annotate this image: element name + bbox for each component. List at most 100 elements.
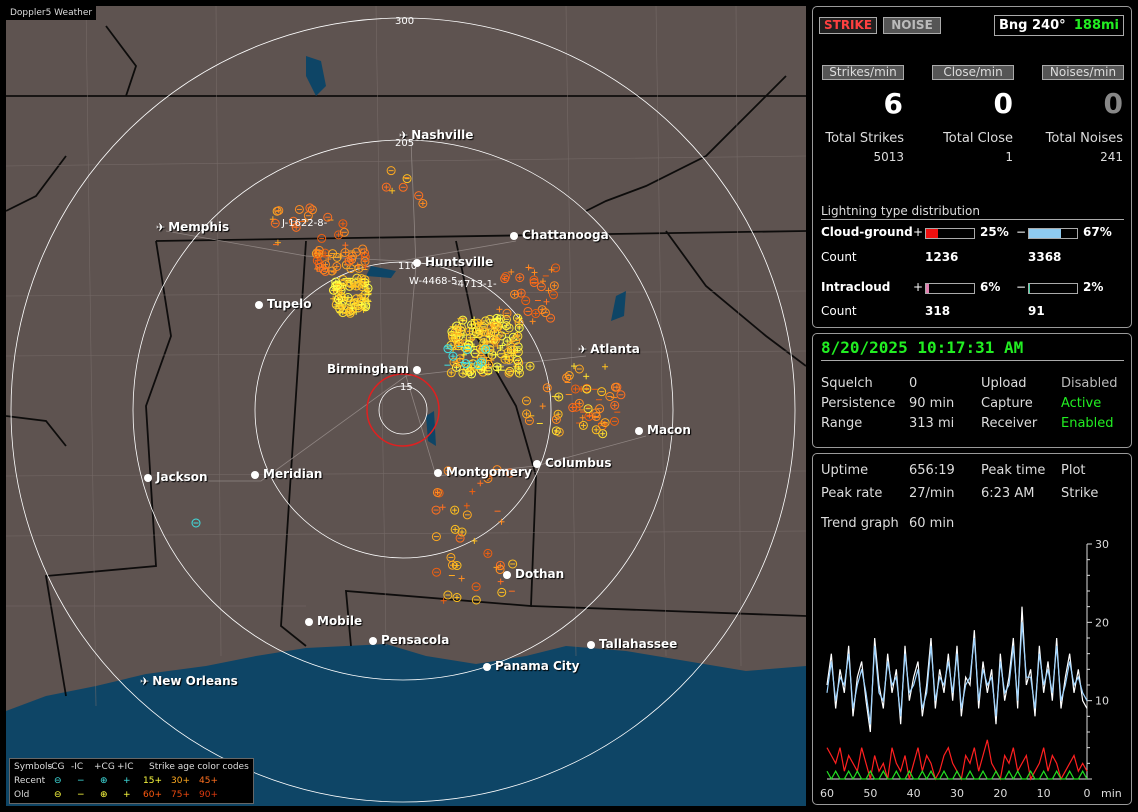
storm-tag[interactable]: J-1622-8- — [282, 218, 327, 229]
city-label: ✈ New Orleans — [140, 674, 238, 688]
trend-value: 60 min — [909, 516, 955, 531]
strike-mark — [270, 218, 280, 228]
strike-mark — [584, 412, 594, 422]
noises-min-label: Noises/min — [1042, 65, 1124, 80]
y-tick-label: 30 — [1095, 538, 1109, 551]
storm-tag[interactable]: -4713-1- — [454, 279, 497, 290]
cg-negative-bar — [1028, 228, 1078, 239]
city-name: Birmingham — [327, 362, 410, 376]
strike-mark — [551, 263, 561, 273]
strike-mark — [523, 306, 533, 316]
trend-series-line — [826, 769, 1088, 781]
strike-mark — [525, 264, 532, 271]
upload-value[interactable]: Disabled — [1061, 376, 1117, 391]
strike-mark — [591, 425, 601, 435]
cloud-ground-label: Cloud-ground — [821, 225, 913, 239]
range-label-205: 205 — [395, 138, 415, 149]
strike-mark — [562, 373, 572, 383]
ic-negative-pct: 2% — [1083, 280, 1104, 294]
cg-positive-fill — [926, 229, 938, 238]
x-tick-label: 50 — [863, 787, 877, 800]
capture-value[interactable]: Active — [1061, 396, 1101, 411]
strike-mark — [609, 416, 619, 426]
city-dot-icon — [587, 641, 595, 649]
city-label: Mobile — [305, 614, 362, 628]
station-info-panel: 8/20/2025 10:17:31 AM Squelch 0 Upload D… — [812, 333, 1132, 448]
x-tick-label: 40 — [907, 787, 921, 800]
strike-mark — [446, 340, 456, 350]
strike-mark — [338, 219, 348, 229]
city-label: Tallahassee — [587, 637, 677, 651]
strike-mark — [522, 409, 532, 419]
city-label: Dothan — [503, 567, 564, 581]
plot-value[interactable]: Strike — [1061, 486, 1098, 501]
city-name: Atlanta — [590, 342, 640, 356]
close-min-label: Close/min — [932, 65, 1014, 80]
strike-mark — [571, 363, 578, 370]
total-noises-label: Total Noises — [1045, 131, 1123, 146]
legend-header: +CG — [94, 762, 115, 772]
city-label: Tupelo — [255, 297, 312, 311]
legend-symbols-label: Symbols — [14, 762, 53, 772]
strike-mark — [498, 518, 505, 525]
strike-mark — [602, 363, 609, 370]
strike-mark — [446, 552, 456, 562]
y-tick-label: 10 — [1095, 695, 1109, 708]
bearing-readout: Bng 240° 188mi — [994, 15, 1124, 36]
cg-positive-bar — [925, 228, 975, 239]
total-strikes-label: Total Strikes — [825, 131, 904, 146]
city-dot-icon — [251, 471, 259, 479]
ic-negative-fill — [1029, 284, 1030, 293]
map-canvas — [6, 6, 806, 806]
strike-mark — [365, 298, 372, 305]
legend-symbol: + — [123, 776, 131, 786]
city-label: Birmingham — [327, 362, 425, 376]
strike-mark — [542, 383, 552, 393]
city-name: Pensacola — [381, 633, 450, 647]
ic-positive-pct: 6% — [980, 280, 1001, 294]
city-label: Meridian — [251, 467, 322, 481]
lightning-map[interactable]: Doppler5 Weather ✈ Nashville ✈ Memphis Chatt… — [6, 6, 806, 806]
strike-mark — [443, 344, 453, 354]
city-dot-icon — [305, 618, 313, 626]
strike-mark — [496, 306, 503, 313]
strike-mark — [583, 373, 590, 380]
squelch-label: Squelch — [821, 376, 873, 391]
legend-age-code: 90+ — [199, 790, 218, 800]
legend-age-code: 60+ — [143, 790, 162, 800]
receiver-label: Receiver — [981, 416, 1038, 431]
receiver-value[interactable]: Enabled — [1061, 416, 1114, 431]
strike-mark — [305, 203, 315, 213]
legend-header: -IC — [71, 762, 84, 772]
strike-mark — [497, 587, 507, 597]
strike-mark — [616, 390, 626, 400]
y-tick-label: 20 — [1095, 616, 1109, 629]
strike-mark — [514, 368, 524, 378]
state-borders — [6, 25, 806, 697]
strike-mark — [548, 290, 558, 300]
bearing-value: Bng 240° — [999, 18, 1066, 33]
ic-positive-count: 318 — [925, 304, 951, 318]
legend-symbol: ⊖ — [54, 776, 62, 786]
legend-old-label: Old — [14, 790, 30, 800]
strike-mark — [539, 403, 546, 410]
strike-status-panel: STRIKE NOISE Bng 240° 188mi Strikes/min … — [812, 6, 1132, 328]
range-value: 313 mi — [909, 416, 955, 431]
legend-symbol: + — [123, 790, 131, 800]
total-close-label: Total Close — [943, 131, 1013, 146]
cg-plus-sign: + — [913, 225, 924, 239]
close-min-value: 0 — [993, 87, 1013, 120]
strike-button[interactable]: STRIKE — [819, 17, 877, 34]
city-name: Huntsville — [425, 255, 494, 269]
cg-negative-fill — [1029, 229, 1062, 238]
strike-mark — [402, 174, 412, 184]
strike-mark — [342, 242, 349, 249]
strike-mark — [431, 505, 441, 515]
noise-button[interactable]: NOISE — [883, 17, 941, 34]
city-dot-icon — [255, 301, 263, 309]
strike-mark — [381, 182, 391, 192]
strike-mark — [443, 590, 453, 600]
city-label: ✈ Memphis — [156, 220, 229, 234]
city-name: Meridian — [263, 467, 323, 481]
ic-plus-sign: + — [913, 280, 924, 294]
